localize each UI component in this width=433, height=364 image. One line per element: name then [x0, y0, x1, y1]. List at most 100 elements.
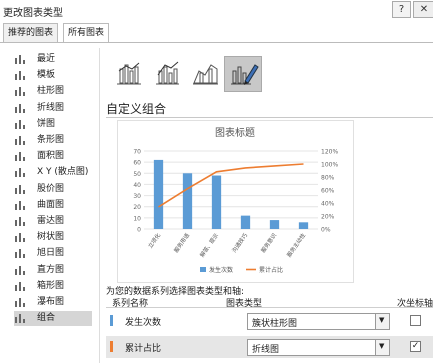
chart-type-dropdown[interactable]: 簇状柱形图 ▼ — [247, 313, 390, 330]
chart-type-label: 面积图 — [37, 151, 65, 162]
subtype-column-line-secondary[interactable] — [148, 56, 186, 92]
y2-tick-label: 60% — [321, 188, 335, 195]
y-tick-label: 0 — [137, 227, 141, 234]
divider — [99, 48, 100, 363]
chart-title: 图表标题 — [215, 126, 255, 139]
chart-type-item[interactable]: X Y (散点图) — [14, 165, 92, 180]
custom-combo-icon — [231, 64, 259, 85]
chart-type-label: 模板 — [37, 70, 56, 81]
y-tick-label: 70 — [133, 149, 141, 156]
chart-type-item[interactable]: 面积图 — [14, 149, 92, 164]
section-rule — [106, 117, 433, 118]
chart-type-item[interactable]: 柱形图 — [14, 84, 92, 99]
chart-type-label: 旭日图 — [37, 248, 65, 259]
stacked-area-column-icon — [193, 64, 218, 85]
chart-type-item[interactable]: 直方图 — [14, 263, 92, 278]
series-color-swatch — [110, 315, 113, 326]
chart-type-item[interactable]: 最近 — [14, 52, 92, 67]
y2-tick-label: 100% — [321, 162, 338, 169]
chart-type-item[interactable]: 瀑布图 — [14, 295, 92, 310]
subtype-custom-combo[interactable] — [224, 56, 262, 92]
x-tick-label: 沟通技巧 — [230, 231, 249, 254]
chart-type-item[interactable]: 条形图 — [14, 133, 92, 148]
x-tick-label: 服务主动性 — [285, 231, 308, 259]
chart-type-item[interactable]: 曲面图 — [14, 198, 92, 213]
chart-type-label: 树状图 — [37, 232, 65, 243]
chart-type-item[interactable]: 旭日图 — [14, 246, 92, 261]
y2-tick-label: 40% — [321, 201, 335, 208]
legend-label: 累计占比 — [259, 266, 283, 274]
subtype-clustered-column-line[interactable] — [110, 56, 148, 92]
scatter-chart-icon — [14, 167, 26, 178]
line-chart-icon — [14, 103, 26, 114]
y-tick-label: 50 — [133, 171, 141, 178]
dropdown-button[interactable]: ▼ — [375, 314, 389, 329]
secondary-axis-checkbox[interactable] — [410, 315, 421, 326]
y2-tick-label: 80% — [321, 175, 335, 182]
area-chart-icon — [14, 151, 26, 162]
chart-type-label: 雷达图 — [37, 216, 65, 226]
y-tick-label: 10 — [133, 215, 141, 222]
sunburst-chart-icon — [14, 248, 26, 259]
recent-icon — [14, 54, 26, 65]
series-row-1[interactable]: 发生次数 簇状柱形图 ▼ — [106, 310, 433, 332]
chart-type-label: 直方图 — [37, 264, 65, 275]
chart-bar — [298, 222, 309, 229]
x-tick-label: 立项化 — [146, 231, 162, 250]
chart-line — [158, 163, 304, 208]
chart-type-item[interactable]: 树状图 — [14, 230, 92, 245]
tab-recommended-charts[interactable]: 推荐的图表 — [3, 23, 59, 42]
chart-type-item[interactable]: 雷达图 — [14, 214, 92, 229]
folder-icon — [14, 70, 26, 81]
chart-type-label: 折线图 — [37, 102, 65, 113]
surface-chart-icon — [14, 200, 26, 211]
chart-type-item[interactable]: 饼图 — [14, 117, 92, 132]
chart-type-label: 瀑布图 — [37, 297, 65, 307]
chart-type-dropdown[interactable]: 折线图 ▼ — [247, 339, 390, 356]
window-title: 更改图表类型 — [3, 8, 63, 19]
x-tick-label: 服务意识 — [259, 231, 278, 254]
chart-type-item[interactable]: 箱形图 — [14, 279, 92, 294]
chart-type-value: 折线图 — [252, 345, 280, 355]
column-chart-icon — [14, 86, 26, 97]
y2-tick-label: 0% — [321, 227, 331, 234]
close-button[interactable]: ✕ — [413, 1, 433, 18]
y2-tick-label: 120% — [321, 149, 338, 156]
series-color-swatch — [110, 341, 113, 352]
y-tick-label: 40 — [133, 182, 141, 189]
tab-all-charts[interactable]: 所有图表 — [63, 23, 110, 43]
treemap-chart-icon — [14, 232, 26, 243]
legend-swatch-bar — [200, 267, 206, 272]
chart-type-item[interactable]: 模板 — [14, 68, 92, 83]
pie-chart-icon — [14, 119, 26, 130]
bar-chart-icon — [14, 135, 26, 146]
chart-bar — [240, 215, 251, 229]
subtype-stacked-area-column[interactable] — [186, 56, 224, 92]
series-name: 累计占比 — [125, 344, 162, 354]
histogram-chart-icon — [14, 265, 26, 276]
chart-type-label: 饼图 — [37, 118, 56, 129]
radar-chart-icon — [14, 216, 26, 227]
chart-type-item[interactable]: 组合 — [14, 311, 92, 327]
chart-type-label: 曲面图 — [37, 199, 65, 210]
series-name: 发生次数 — [125, 318, 162, 328]
chevron-down-icon: ▼ — [379, 342, 385, 350]
chart-preview: 图表标题 0 10 20 30 40 50 60 70 0% 20% 40% 60% 80% 100% 120… — [117, 120, 354, 283]
series-row-2[interactable]: 累计占比 折线图 ▼ ✓ — [106, 336, 433, 358]
combo-chart-icon — [14, 313, 26, 324]
chart-type-value: 簇状柱形图 — [252, 319, 298, 329]
chart-type-label: 最近 — [37, 54, 56, 64]
help-button[interactable]: ? — [392, 1, 411, 18]
y-tick-label: 60 — [133, 160, 141, 167]
secondary-axis-checkbox[interactable]: ✓ — [410, 341, 421, 352]
chart-type-label: 柱形图 — [37, 86, 65, 97]
chart-svg: 图表标题 0 10 20 30 40 50 60 70 0% 20% 40% 60% 80% 100% 120… — [133, 126, 338, 274]
section-title: 自定义组合 — [106, 102, 167, 116]
chart-type-label: X Y (散点图) — [37, 167, 89, 178]
chart-type-item[interactable]: 折线图 — [14, 101, 92, 116]
dropdown-button[interactable]: ▼ — [375, 340, 389, 355]
x-tick-label: 解答、提示 — [198, 231, 221, 259]
chart-type-item[interactable]: 股价图 — [14, 182, 92, 197]
boxplot-chart-icon — [14, 281, 26, 292]
chart-bar — [269, 220, 280, 229]
